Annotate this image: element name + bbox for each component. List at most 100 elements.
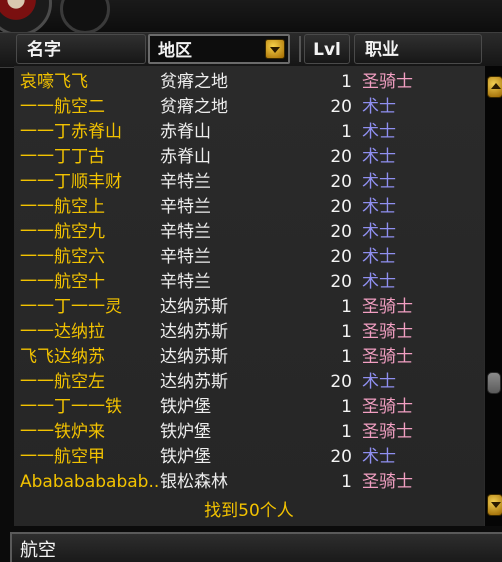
player-name: 飞飞达纳苏 — [20, 347, 105, 367]
scroll-up-icon[interactable] — [487, 76, 502, 98]
zone-dropdown-label: 地区 — [158, 41, 192, 61]
table-row[interactable]: 一一丁赤脊山 赤脊山 1 术士 — [14, 120, 484, 145]
player-level: 1 — [341, 322, 352, 342]
table-row[interactable]: 一一航空上 辛特兰 20 术士 — [14, 195, 484, 220]
player-level: 20 — [330, 272, 352, 292]
player-level: 20 — [330, 97, 352, 117]
table-row[interactable]: 一一航空二 贫瘠之地 20 术士 — [14, 95, 484, 120]
player-level: 20 — [330, 222, 352, 242]
player-class: 术士 — [362, 122, 396, 142]
player-class: 术士 — [362, 372, 396, 392]
table-row[interactable]: 一一丁丁古 赤脊山 20 术士 — [14, 145, 484, 170]
player-name: Abababababab... — [20, 472, 160, 492]
player-level: 1 — [341, 347, 352, 367]
frame-top — [0, 0, 502, 36]
player-name: 一一航空左 — [20, 372, 105, 392]
scroll-thumb[interactable] — [487, 372, 501, 394]
table-row[interactable]: 哀嚎飞飞 贫瘠之地 1 圣骑士 — [14, 70, 484, 95]
player-class: 术士 — [362, 222, 396, 242]
player-zone: 达纳苏斯 — [160, 322, 228, 342]
player-level: 20 — [330, 247, 352, 267]
header-divider — [299, 36, 301, 62]
player-name: 一一航空二 — [20, 97, 105, 117]
table-row[interactable]: 一一航空十 辛特兰 20 术士 — [14, 270, 484, 295]
player-name: 一一航空九 — [20, 222, 105, 242]
player-class: 圣骑士 — [362, 422, 413, 442]
player-level: 20 — [330, 447, 352, 467]
player-zone: 辛特兰 — [160, 172, 211, 192]
table-row[interactable]: 一一丁一一铁 铁炉堡 1 圣骑士 — [14, 395, 484, 420]
player-class: 术士 — [362, 447, 396, 467]
search-input[interactable] — [18, 536, 492, 562]
player-name: 一一航空六 — [20, 247, 105, 267]
player-class: 术士 — [362, 247, 396, 267]
player-zone: 银松森林 — [160, 472, 228, 492]
player-name: 哀嚎飞飞 — [20, 72, 88, 92]
player-name: 一一铁炉来 — [20, 422, 105, 442]
character-portrait — [0, 0, 52, 36]
column-header-class[interactable]: 职业 — [354, 34, 482, 64]
player-zone: 辛特兰 — [160, 222, 211, 242]
table-row[interactable]: Abababababab... 银松森林 1 圣骑士 — [14, 470, 484, 495]
table-row[interactable]: 一一达纳拉 达纳苏斯 1 圣骑士 — [14, 320, 484, 345]
player-level: 1 — [341, 122, 352, 142]
table-row[interactable]: 一一航空左 达纳苏斯 20 术士 — [14, 370, 484, 395]
player-level: 1 — [341, 422, 352, 442]
player-name: 一一丁一一铁 — [20, 397, 122, 417]
search-box[interactable] — [10, 532, 502, 562]
player-zone: 铁炉堡 — [160, 447, 211, 467]
scroll-down-icon[interactable] — [487, 494, 502, 516]
table-row[interactable]: 飞飞达纳苏 达纳苏斯 1 圣骑士 — [14, 345, 484, 370]
player-class: 术士 — [362, 272, 396, 292]
player-class: 术士 — [362, 147, 396, 167]
player-level: 20 — [330, 172, 352, 192]
player-zone: 贫瘠之地 — [160, 97, 228, 117]
player-class: 圣骑士 — [362, 397, 413, 417]
player-zone: 贫瘠之地 — [160, 72, 228, 92]
column-header-name[interactable]: 名字 — [16, 34, 146, 64]
player-zone: 辛特兰 — [160, 272, 211, 292]
player-name: 一一航空甲 — [20, 447, 105, 467]
table-row[interactable]: 一一航空九 辛特兰 20 术士 — [14, 220, 484, 245]
player-level: 20 — [330, 372, 352, 392]
player-class: 圣骑士 — [362, 472, 413, 492]
player-zone: 铁炉堡 — [160, 397, 211, 417]
player-level: 1 — [341, 472, 352, 492]
player-zone: 辛特兰 — [160, 197, 211, 217]
player-level: 1 — [341, 397, 352, 417]
column-header-level[interactable]: Lvl — [304, 34, 350, 64]
player-zone: 铁炉堡 — [160, 422, 211, 442]
player-name: 一一达纳拉 — [20, 322, 105, 342]
player-zone: 达纳苏斯 — [160, 347, 228, 367]
scrollbar[interactable] — [484, 66, 502, 526]
player-name: 一一航空上 — [20, 197, 105, 217]
player-level: 1 — [341, 297, 352, 317]
player-zone: 达纳苏斯 — [160, 372, 228, 392]
player-name: 一一丁一一灵 — [20, 297, 122, 317]
player-zone: 赤脊山 — [160, 147, 211, 167]
who-list: Abababababab... 银松森林 1 圣骑士 一一航空甲 铁炉堡 20 术士 一一铁炉来… — [14, 66, 484, 526]
player-name: 一一丁赤脊山 — [20, 122, 122, 142]
table-row[interactable]: 一一铁炉来 铁炉堡 1 圣骑士 — [14, 420, 484, 445]
player-name: 一一航空十 — [20, 272, 105, 292]
player-name: 一一丁丁古 — [20, 147, 105, 167]
player-level: 1 — [341, 72, 352, 92]
player-class: 术士 — [362, 97, 396, 117]
player-zone: 辛特兰 — [160, 247, 211, 267]
results-count: 找到50个人 — [204, 501, 294, 521]
table-row[interactable]: 一一丁顺丰财 辛特兰 20 术士 — [14, 170, 484, 195]
player-level: 20 — [330, 197, 352, 217]
player-zone: 赤脊山 — [160, 122, 211, 142]
table-row[interactable]: 一一航空六 辛特兰 20 术士 — [14, 245, 484, 270]
player-name: 一一丁顺丰财 — [20, 172, 122, 192]
player-level: 20 — [330, 147, 352, 167]
chevron-down-icon[interactable] — [265, 39, 285, 59]
frame-ornament — [60, 0, 110, 34]
table-row[interactable]: 一一航空甲 铁炉堡 20 术士 — [14, 445, 484, 470]
player-class: 圣骑士 — [362, 72, 413, 92]
table-row[interactable]: 一一丁一一灵 达纳苏斯 1 圣骑士 — [14, 295, 484, 320]
player-class: 圣骑士 — [362, 297, 413, 317]
player-zone: 达纳苏斯 — [160, 297, 228, 317]
player-class: 圣骑士 — [362, 347, 413, 367]
zone-dropdown[interactable]: 地区 — [148, 34, 290, 64]
